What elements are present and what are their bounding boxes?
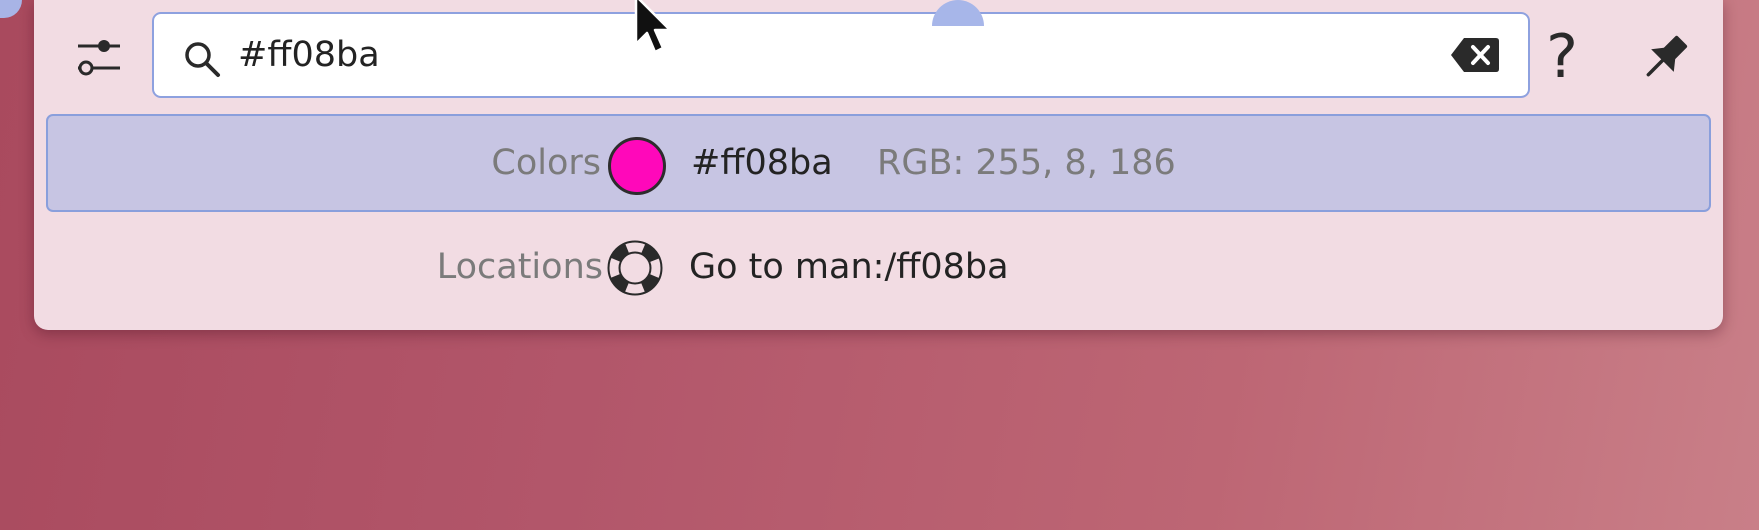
pin-button[interactable] bbox=[1628, 20, 1704, 94]
configure-button[interactable] bbox=[60, 20, 138, 94]
color-swatch bbox=[608, 137, 666, 195]
search-field[interactable] bbox=[152, 12, 1530, 98]
result-subtitle: RGB: 255, 8, 186 bbox=[877, 143, 1176, 183]
help-button[interactable]: ? bbox=[1524, 20, 1600, 94]
result-item-locations[interactable]: Locations Go to man:/ff08ba bbox=[46, 218, 1711, 316]
result-title: #ff08ba bbox=[691, 143, 833, 183]
clear-text-icon bbox=[1451, 38, 1499, 72]
help-lifebuoy-icon bbox=[604, 237, 666, 299]
krunner-panel: ? Colors #ff08ba RGB: 255, 8, 186 Locati… bbox=[34, 0, 1723, 330]
help-icon: ? bbox=[1546, 22, 1578, 92]
mouse-cursor-icon bbox=[634, 0, 672, 54]
sliders-icon bbox=[78, 40, 120, 76]
result-title: Go to man:/ff08ba bbox=[689, 247, 1009, 287]
result-item-colors[interactable]: Colors #ff08ba RGB: 255, 8, 186 bbox=[46, 114, 1711, 212]
clear-button[interactable] bbox=[1450, 36, 1500, 74]
pin-icon bbox=[1646, 35, 1688, 77]
desktop-decoration bbox=[0, 0, 22, 18]
color-swatch-icon bbox=[606, 135, 668, 197]
search-icon bbox=[182, 39, 222, 79]
result-category: Colors bbox=[491, 143, 601, 183]
search-input[interactable] bbox=[238, 24, 1438, 86]
result-category: Locations bbox=[436, 247, 603, 287]
